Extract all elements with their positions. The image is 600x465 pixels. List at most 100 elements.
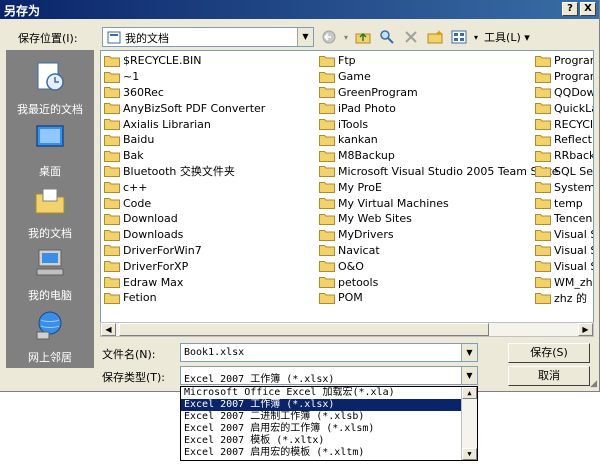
file-list-item[interactable]: c++ xyxy=(104,179,265,195)
new-folder-icon[interactable] xyxy=(426,28,444,46)
scroll-right-icon[interactable]: ▶ xyxy=(578,323,593,336)
file-list-item[interactable]: 360Rec xyxy=(104,85,265,101)
filetype-select[interactable]: Excel 2007 工作簿 (*.xlsx) ▼ xyxy=(180,366,478,385)
dropdown-option[interactable]: Excel 2007 启用宏的工作簿 (*.xlsm) xyxy=(181,423,477,435)
file-list-item[interactable]: $RECYCLE.BIN xyxy=(104,53,265,69)
scroll-down-icon[interactable]: ▼ xyxy=(462,448,477,460)
file-list-item[interactable]: Progran xyxy=(535,69,593,85)
file-list-item[interactable]: zhz 的 xyxy=(535,290,593,306)
file-list-item[interactable]: Game xyxy=(319,69,559,85)
file-column: Ftp Game GreenProgram iPad Photo iTools kanka… xyxy=(319,53,559,306)
file-list-item[interactable]: QQDow xyxy=(535,85,593,101)
chevron-down-icon[interactable]: ▼ xyxy=(461,344,477,361)
up-folder-icon[interactable] xyxy=(354,28,372,46)
filetype-dropdown-list[interactable]: Microsoft Office Excel 加载宏(*.xla) Excel … xyxy=(180,386,478,461)
dropdown-option[interactable]: Excel 2007 模板 (*.xltx) xyxy=(181,435,477,447)
file-list-item[interactable]: Edraw Max xyxy=(104,274,265,290)
file-list-item[interactable]: Visual S xyxy=(535,258,593,274)
file-list-item[interactable]: System xyxy=(535,179,593,195)
dropdown-option[interactable]: Excel 2007 二进制工作簿 (*.xlsb) xyxy=(181,411,477,423)
file-list-item[interactable]: WM_zh xyxy=(535,274,593,290)
file-list-item[interactable]: Bluetooth 交换文件夹 xyxy=(104,164,265,180)
folder-icon xyxy=(104,119,120,131)
file-list-item[interactable]: Ftp xyxy=(319,53,559,69)
help-button[interactable]: ? xyxy=(562,2,578,16)
place-recent-documents[interactable]: 我最近的文档 xyxy=(6,60,94,117)
file-list-item[interactable]: kankan xyxy=(319,132,559,148)
file-list-item[interactable]: RRback xyxy=(535,148,593,164)
file-list-item[interactable]: SQL Se xyxy=(535,164,593,180)
delete-icon[interactable] xyxy=(402,28,420,46)
file-list-item[interactable]: Bak xyxy=(104,148,265,164)
scroll-left-icon[interactable]: ◀ xyxy=(101,323,116,336)
save-button[interactable]: 保存(S) xyxy=(508,343,590,363)
folder-icon xyxy=(319,166,335,178)
dropdown-option[interactable]: Microsoft Office Excel 加载宏(*.xla) xyxy=(181,387,477,399)
file-name: DriverForWin7 xyxy=(123,243,202,257)
file-list-item[interactable]: Progran xyxy=(535,53,594,69)
folder-icon xyxy=(319,229,335,241)
file-list-item[interactable]: RECYCI xyxy=(535,116,593,132)
dropdown-option[interactable]: Excel 2007 启用宏的模板 (*.xltm) xyxy=(181,447,477,459)
tools-menu[interactable]: 工具(L) ▾ xyxy=(484,29,530,45)
folder-icon xyxy=(104,134,120,146)
folder-icon xyxy=(104,292,120,304)
chevron-down-icon[interactable]: ▼ xyxy=(297,28,313,46)
back-icon[interactable] xyxy=(320,28,338,46)
file-list-item[interactable]: Fetion xyxy=(104,290,265,306)
dropdown-option-selected[interactable]: Excel 2007 工作簿 (*.xlsx) xyxy=(181,399,477,411)
file-list-item[interactable]: My Web Sites xyxy=(319,211,559,227)
file-list-item[interactable]: ~1 xyxy=(104,69,265,85)
file-list-item[interactable]: Baidu xyxy=(104,132,265,148)
file-list-item[interactable]: Microsoft Visual Studio 2005 Team Suite xyxy=(319,164,559,180)
folder-icon xyxy=(535,87,551,99)
file-list-item[interactable]: Tencen xyxy=(535,211,593,227)
dropdown-scrollbar[interactable]: ▲ ▼ xyxy=(461,387,477,460)
file-list-item[interactable]: MyDrivers xyxy=(319,227,559,243)
file-list-item[interactable]: My Virtual Machines xyxy=(319,195,559,211)
file-list-item[interactable]: M8Backup xyxy=(319,148,559,164)
file-list-item[interactable]: Downloads xyxy=(104,227,265,243)
resize-grip-icon[interactable]: ◢ xyxy=(590,379,597,389)
file-list-item[interactable]: Axialis Librarian xyxy=(104,116,265,132)
file-list[interactable]: $RECYCLE.BIN ~1 360Rec AnyBizSoft PDF Conve… xyxy=(100,50,594,336)
file-name: MyDrivers xyxy=(338,228,394,242)
scroll-up-icon[interactable]: ▲ xyxy=(462,387,477,399)
file-list-item[interactable]: temp xyxy=(535,195,593,211)
chevron-down-icon[interactable]: ▼ xyxy=(461,367,477,384)
cancel-button[interactable]: 取消 xyxy=(508,366,590,386)
file-list-item[interactable]: AnyBizSoft PDF Converter xyxy=(104,100,265,116)
file-list-item[interactable]: petools xyxy=(319,274,559,290)
place-desktop[interactable]: 桌面 xyxy=(6,122,94,179)
back-dropdown-icon[interactable]: ▾ xyxy=(344,33,348,42)
file-list-item[interactable]: Reflect xyxy=(535,132,593,148)
search-web-icon[interactable] xyxy=(378,28,396,46)
file-list-item[interactable]: DriverForWin7 xyxy=(104,243,265,259)
file-name: petools xyxy=(338,275,379,289)
close-button[interactable]: X xyxy=(580,2,596,16)
tools-menu-label: 工具(L) xyxy=(484,31,521,44)
file-list-item[interactable]: iTools xyxy=(319,116,559,132)
file-list-item[interactable]: QuickLa xyxy=(535,100,593,116)
file-list-item[interactable]: O&O xyxy=(319,258,559,274)
scroll-thumb[interactable] xyxy=(119,323,489,336)
horizontal-scrollbar[interactable]: ◀ ▶ xyxy=(100,322,594,337)
file-list-item[interactable]: POM xyxy=(319,290,559,306)
views-dropdown-icon[interactable]: ▾ xyxy=(474,33,478,42)
filename-input[interactable]: Book1.xlsx ▼ xyxy=(180,343,478,362)
file-list-item[interactable]: Navicat xyxy=(319,243,559,259)
place-network[interactable]: 网上邻居 xyxy=(6,308,94,365)
save-in-combo[interactable]: 我的文档 ▼ xyxy=(102,27,314,47)
file-list-item[interactable]: My ProE xyxy=(319,179,559,195)
file-list-item[interactable]: iPad Photo xyxy=(319,100,559,116)
place-my-documents[interactable]: 我的文档 xyxy=(6,184,94,241)
file-list-item[interactable]: Code xyxy=(104,195,265,211)
file-name: Progran xyxy=(554,54,594,68)
file-list-item[interactable]: GreenProgram xyxy=(319,85,559,101)
file-list-item[interactable]: DriverForXP xyxy=(104,258,265,274)
file-list-item[interactable]: Visual S xyxy=(535,243,593,259)
file-list-item[interactable]: Visual S xyxy=(535,227,593,243)
file-list-item[interactable]: Download xyxy=(104,211,265,227)
views-icon[interactable] xyxy=(450,28,468,46)
place-my-computer[interactable]: 我的电脑 xyxy=(6,246,94,303)
